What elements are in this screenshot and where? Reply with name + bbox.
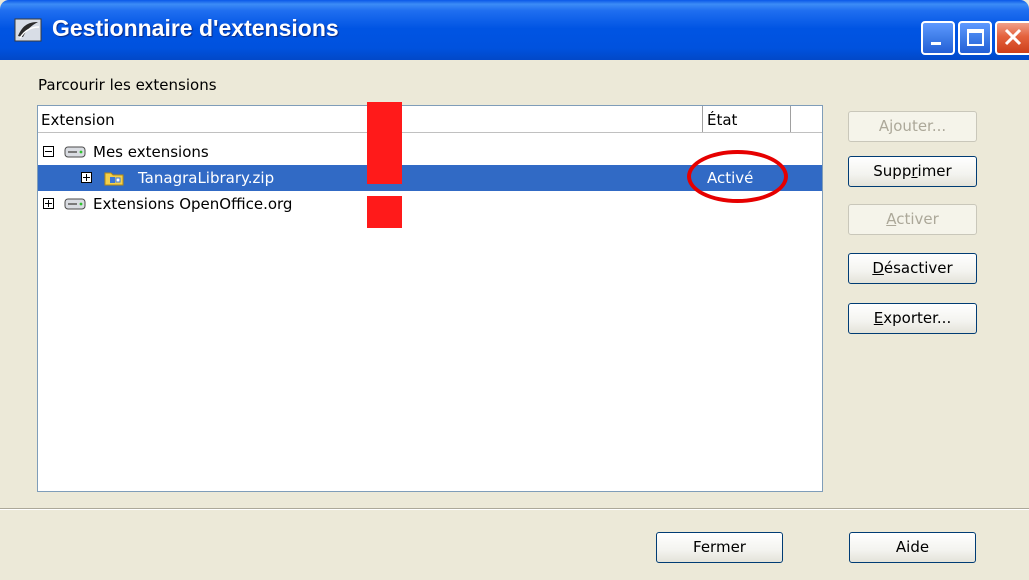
enable-extension-button[interactable]: Activer — [848, 204, 977, 235]
tree-row-label: Extensions OpenOffice.org — [93, 195, 293, 213]
expand-toggle-icon[interactable] — [43, 198, 54, 209]
button-label: xporter... — [883, 309, 952, 327]
disable-extension-button[interactable]: Désactiver — [848, 253, 977, 284]
tree-header: Extension État — [38, 106, 822, 133]
button-label: Ajouter... — [878, 117, 947, 135]
button-label: Supp — [873, 162, 912, 180]
highlight-circle-annotation — [687, 150, 788, 203]
drive-icon — [64, 146, 86, 158]
collapse-toggle-icon[interactable] — [43, 146, 54, 157]
minimize-button[interactable] — [921, 21, 955, 55]
dialog-divider — [0, 508, 1029, 510]
minimize-icon — [931, 42, 941, 45]
drive-icon — [64, 198, 86, 210]
help-button[interactable]: Aide — [849, 532, 976, 563]
window-title: Gestionnaire d'extensions — [52, 15, 339, 41]
column-header-state[interactable]: État — [707, 111, 737, 129]
package-folder-icon — [104, 172, 124, 186]
access-key: E — [873, 309, 884, 327]
column-header-extension[interactable]: Extension — [41, 111, 115, 129]
access-key: A — [886, 210, 897, 228]
button-label: Aide — [895, 538, 930, 556]
remove-extension-button[interactable]: Supprimer — [848, 156, 977, 187]
close-button[interactable]: Fermer — [656, 532, 783, 563]
tree-row-label: TanagraLibrary.zip — [138, 169, 275, 187]
close-icon — [1004, 28, 1022, 46]
maximize-icon — [967, 29, 984, 46]
extension-manager-window: Gestionnaire d'extensions Parcourir les … — [0, 0, 1029, 580]
button-label: ésactiver — [883, 259, 953, 277]
button-label: Fermer — [693, 538, 746, 556]
maximize-button[interactable] — [958, 21, 992, 55]
access-key: D — [872, 259, 884, 277]
exclamation-dot-annotation — [367, 196, 402, 228]
export-extension-button[interactable]: Exporter... — [848, 303, 977, 334]
expand-toggle-icon[interactable] — [81, 172, 92, 183]
button-label: ctiver — [896, 210, 939, 228]
exclamation-mark-annotation — [367, 102, 402, 184]
add-extension-button[interactable]: Ajouter... — [848, 111, 977, 142]
openoffice-app-icon — [14, 18, 42, 42]
title-bar[interactable]: Gestionnaire d'extensions — [0, 0, 1029, 60]
tree-row-label: Mes extensions — [93, 143, 209, 161]
column-separator[interactable] — [702, 106, 703, 132]
close-window-button[interactable] — [995, 21, 1029, 55]
button-label: imer — [917, 162, 952, 180]
column-separator[interactable] — [790, 106, 791, 132]
browse-extensions-label: Parcourir les extensions — [38, 76, 217, 94]
